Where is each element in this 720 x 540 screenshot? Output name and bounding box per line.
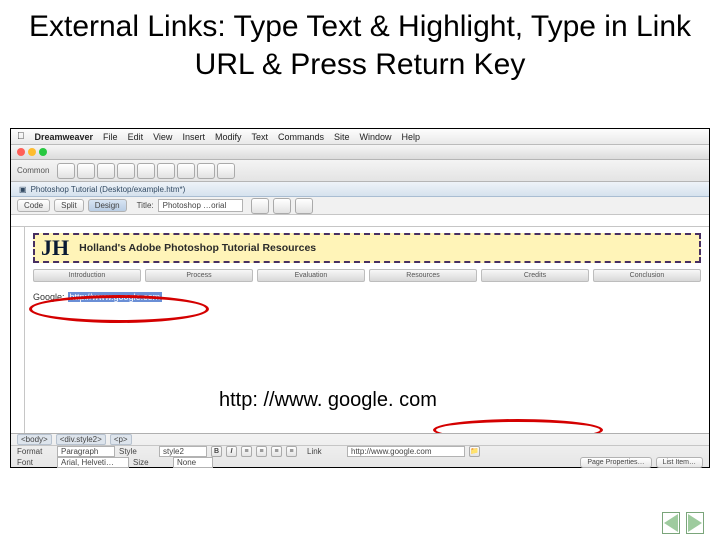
style-select[interactable]: style2 (159, 446, 207, 457)
tag-selector-path[interactable]: <body> <div.style2> <p> (11, 434, 709, 446)
link-label-prop: Link (307, 447, 343, 456)
zoom-icon[interactable] (39, 148, 47, 156)
triangle-left-icon (664, 514, 678, 532)
apple-icon[interactable]:  (17, 131, 25, 142)
view-design-button[interactable]: Design (88, 199, 127, 212)
insert-tab-label[interactable]: Common (17, 166, 49, 175)
tool-email-icon[interactable] (77, 163, 95, 179)
annotation-url-text: http: //www. google. com (219, 389, 437, 412)
view-strip: Code Split Design Title: Photoshop …oria… (11, 197, 709, 215)
link-text-line[interactable]: Google: http://www.google.com (33, 292, 701, 302)
tag-p[interactable]: <p> (110, 434, 132, 445)
tool-media-icon[interactable] (157, 163, 175, 179)
menu-text[interactable]: Text (251, 132, 268, 142)
highlighted-link-text[interactable]: http://www.google.com (68, 292, 163, 302)
nav-conclusion[interactable]: Conclusion (593, 269, 701, 282)
size-label: Size (133, 458, 169, 467)
align-center-icon[interactable]: ≡ (256, 446, 267, 457)
document-tab-label: Photoshop Tutorial (Desktop/example.htm*… (31, 185, 186, 194)
menu-window[interactable]: Window (360, 132, 392, 142)
menu-file[interactable]: File (103, 132, 118, 142)
style-label: Style (119, 447, 155, 456)
refresh-icon[interactable] (295, 198, 313, 214)
triangle-right-icon (688, 514, 702, 532)
tool-hyperlink-icon[interactable] (57, 163, 75, 179)
format-select[interactable]: Paragraph (57, 446, 115, 457)
page-title-input[interactable]: Photoshop …orial (158, 199, 243, 212)
tool-comment-icon[interactable] (197, 163, 215, 179)
screenshot-frame:  Dreamweaver File Edit View Insert Modi… (10, 128, 710, 468)
size-select[interactable]: None (173, 457, 213, 468)
nav-credits[interactable]: Credits (481, 269, 589, 282)
slide-nav (662, 512, 704, 534)
logo-text: JH (41, 235, 69, 261)
menu-app-name[interactable]: Dreamweaver (35, 132, 94, 142)
browse-folder-icon[interactable]: 📁 (469, 446, 480, 457)
header-banner: JH Holland's Adobe Photoshop Tutorial Re… (33, 233, 701, 263)
close-icon[interactable] (17, 148, 25, 156)
validate-icon[interactable] (251, 198, 269, 214)
nav-process[interactable]: Process (145, 269, 253, 282)
nav-introduction[interactable]: Introduction (33, 269, 141, 282)
view-code-button[interactable]: Code (17, 199, 50, 212)
format-label: Format (17, 447, 53, 456)
title-label: Title: (137, 201, 154, 210)
prev-slide-button[interactable] (662, 512, 680, 534)
tool-templates-icon[interactable] (217, 163, 235, 179)
tool-date-icon[interactable] (177, 163, 195, 179)
vertical-ruler (11, 227, 25, 433)
align-left-icon[interactable]: ≡ (241, 446, 252, 457)
traffic-lights (17, 148, 47, 156)
menu-site[interactable]: Site (334, 132, 350, 142)
menu-help[interactable]: Help (402, 132, 421, 142)
horizontal-ruler (11, 215, 709, 227)
insert-toolbar: Common (11, 160, 709, 182)
document-tab[interactable]: ▣ Photoshop Tutorial (Desktop/example.ht… (11, 182, 709, 197)
list-item-button[interactable]: List Item… (656, 457, 703, 468)
tag-body[interactable]: <body> (17, 434, 52, 445)
next-slide-button[interactable] (686, 512, 704, 534)
menu-commands[interactable]: Commands (278, 132, 324, 142)
menu-edit[interactable]: Edit (128, 132, 144, 142)
minimize-icon[interactable] (28, 148, 36, 156)
banner-title: Holland's Adobe Photoshop Tutorial Resou… (79, 242, 316, 254)
font-select[interactable]: Arial, Helveti… (57, 457, 129, 468)
properties-panel: <body> <div.style2> <p> Format Paragraph… (11, 433, 709, 467)
font-label: Font (17, 458, 53, 467)
window-titlebar (11, 145, 709, 160)
italic-button[interactable]: I (226, 446, 237, 457)
menu-insert[interactable]: Insert (182, 132, 205, 142)
preview-icon[interactable] (273, 198, 291, 214)
nav-strip: Introduction Process Evaluation Resource… (33, 269, 701, 282)
menu-modify[interactable]: Modify (215, 132, 242, 142)
mac-menubar:  Dreamweaver File Edit View Insert Modi… (11, 129, 709, 145)
link-url-input[interactable]: http://www.google.com (347, 446, 465, 457)
bold-button[interactable]: B (211, 446, 222, 457)
link-label: Google: (33, 292, 65, 302)
nav-evaluation[interactable]: Evaluation (257, 269, 365, 282)
tool-anchor-icon[interactable] (97, 163, 115, 179)
tool-image-icon[interactable] (137, 163, 155, 179)
align-justify-icon[interactable]: ≡ (286, 446, 297, 457)
tag-div[interactable]: <div.style2> (56, 434, 106, 445)
view-split-button[interactable]: Split (54, 199, 84, 212)
slide-title: External Links: Type Text & Highlight, T… (0, 0, 720, 89)
align-right-icon[interactable]: ≡ (271, 446, 282, 457)
tool-table-icon[interactable] (117, 163, 135, 179)
menu-view[interactable]: View (153, 132, 172, 142)
page-properties-button[interactable]: Page Properties… (580, 457, 651, 468)
doc-icon: ▣ (19, 185, 27, 194)
nav-resources[interactable]: Resources (369, 269, 477, 282)
